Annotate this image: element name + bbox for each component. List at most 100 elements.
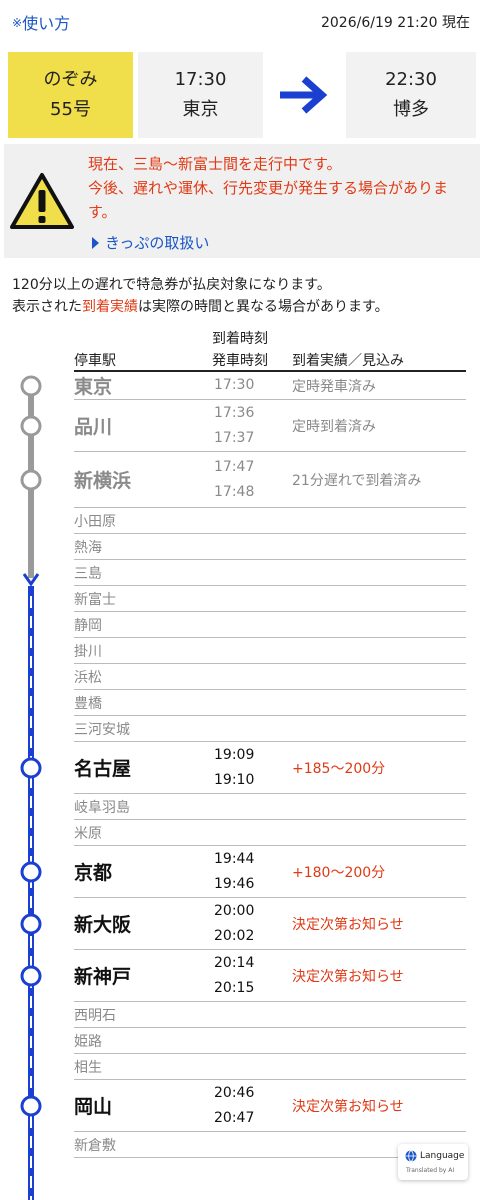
station-row: 豊橋 [74, 690, 466, 716]
note-text-post: は実際の時間と異なる場合があります。 [138, 299, 389, 315]
station-times: 17:30 [214, 372, 254, 399]
departure-time: 17:37 [214, 429, 255, 446]
station-name: 新横浜 [74, 470, 132, 492]
arrival-time: 20:00 [214, 902, 255, 919]
station-status: +185～200分 [292, 760, 386, 777]
station-status: +180～200分 [292, 864, 386, 881]
operation-alert: 現在、三島～新富士間を走行中です。 今後、遅れや運休、行先変更が発生する場合があ… [4, 144, 480, 258]
station-row: 姫路 [74, 1028, 466, 1054]
current-datetime: 2026/6/19 21:20 現在 [320, 15, 470, 31]
station-row: 相生 [74, 1054, 466, 1080]
station-status: 定時発車済み [292, 378, 376, 395]
stop-circle-icon [20, 375, 42, 397]
station-name: 東京 [74, 376, 113, 398]
station-name: 小田原 [74, 513, 116, 530]
station-row: 熱海 [74, 534, 466, 560]
station-row: 三島 [74, 560, 466, 586]
arrow-right-icon [263, 52, 341, 138]
station-name: 西明石 [74, 1007, 116, 1024]
station-name: 新神戸 [74, 966, 132, 988]
station-list: 東京 17:30 定時発車済み 品川 17:36 17:37 定時到着済み 新横浜 17:47 1… [74, 372, 466, 1158]
arrival-time: 17:47 [214, 458, 255, 475]
arrival-station: 博多 [393, 99, 429, 120]
departure-time: 20:47 [214, 1109, 255, 1126]
alert-message: 現在、三島～新富士間を走行中です。 今後、遅れや運休、行先変更が発生する場合があ… [88, 152, 470, 224]
departure-time: 20:02 [214, 927, 255, 944]
station-row: 岡山 20:46 20:47 決定次第お知らせ [74, 1080, 466, 1132]
train-header: のぞみ 55号 17:30 東京 22:30 博多 [8, 52, 476, 138]
station-row: 米原 [74, 820, 466, 846]
alert-line-1: 現在、三島～新富士間を走行中です。 [88, 155, 342, 173]
station-row: 掛川 [74, 638, 466, 664]
station-times: 20:46 20:47 [214, 1080, 254, 1131]
language-label: Language [420, 1151, 465, 1161]
station-status: 21分遅れで到着済み [292, 472, 422, 489]
station-times: 17:47 17:48 [214, 452, 254, 507]
departure-time: 20:15 [214, 979, 255, 996]
station-times: 17:36 17:37 [214, 400, 254, 451]
station-name: 岡山 [74, 1096, 113, 1118]
station-times: 20:00 20:02 [214, 898, 254, 949]
station-name: 三河安城 [74, 721, 130, 738]
arrival-time: 17:36 [214, 404, 255, 421]
station-row: 西明石 [74, 1002, 466, 1028]
station-name: 静岡 [74, 617, 102, 634]
station-name: 名古屋 [74, 758, 132, 780]
language-button[interactable]: Language Translated by AI [398, 1144, 468, 1180]
actual-time-note: 表示された到着実績は実際の時間と異なる場合があります。 [12, 296, 476, 318]
station-row: 新富士 [74, 586, 466, 612]
station-status: 決定次第お知らせ [292, 916, 404, 933]
header-status: 到着実績／見込み [292, 353, 404, 369]
stop-circle-icon [20, 1095, 42, 1117]
station-row: 名古屋 19:09 19:10 +185～200分 [74, 742, 466, 794]
table-header: 停車駅 到着時刻 発車時刻 到着実績／見込み [74, 326, 466, 372]
stop-circle-icon [20, 861, 42, 883]
triangle-right-icon [92, 236, 99, 249]
stop-circle-icon [20, 965, 42, 987]
station-row: 三河安城 [74, 716, 466, 742]
header-station: 停車駅 [74, 353, 116, 369]
departure-time: 17:30 [174, 69, 227, 90]
departure-time: 17:48 [214, 483, 255, 500]
ticket-handling-label: きっぷの取扱い [105, 234, 210, 252]
station-times: 19:44 19:46 [214, 846, 254, 897]
translated-by-label: Translated by AI [406, 1167, 455, 1174]
station-row: 静岡 [74, 612, 466, 638]
stop-circle-icon [20, 757, 42, 779]
station-name: 姫路 [74, 1033, 102, 1050]
station-status: 決定次第お知らせ [292, 1098, 404, 1115]
notes: 120分以上の遅れで特急券が払戻対象になります。 表示された到着実績は実際の時間… [12, 274, 476, 318]
arrival-time: 19:44 [214, 850, 255, 867]
arrival-time: 22:30 [385, 69, 437, 90]
station-row: 品川 17:36 17:37 定時到着済み [74, 400, 466, 452]
top-bar: ※使い方 2026/6/19 21:20 現在 [0, 0, 484, 44]
station-row: 岐阜羽島 [74, 794, 466, 820]
note-highlight: 到着実績 [82, 299, 138, 315]
station-name: 相生 [74, 1059, 102, 1076]
station-row: 新横浜 17:47 17:48 21分遅れで到着済み [74, 452, 466, 508]
station-name: 品川 [74, 416, 113, 438]
arrival-box: 22:30 博多 [346, 52, 476, 138]
departure-box: 17:30 東京 [138, 52, 263, 138]
header-departure-time: 発車時刻 [212, 353, 268, 369]
stop-circle-icon [20, 415, 42, 437]
station-name: 新大阪 [74, 914, 132, 936]
arrival-time: 20:46 [214, 1084, 255, 1101]
station-name: 熱海 [74, 539, 102, 556]
refund-note: 120分以上の遅れで特急券が払戻対象になります。 [12, 277, 331, 293]
station-status: 定時到着済み [292, 418, 376, 435]
station-row: 小田原 [74, 508, 466, 534]
departure-time: 19:46 [214, 875, 255, 892]
station-row: 新神戸 20:14 20:15 決定次第お知らせ [74, 950, 466, 1002]
globe-icon [405, 1150, 417, 1162]
route-line [20, 375, 42, 1200]
station-name: 新倉敷 [74, 1137, 116, 1154]
ticket-handling-link[interactable]: きっぷの取扱い [92, 232, 209, 253]
stop-circle-icon [20, 469, 42, 491]
header-arrival-time: 到着時刻 [212, 331, 268, 347]
departure-station: 東京 [182, 99, 219, 120]
departure-time: 17:30 [214, 377, 255, 393]
station-name: 米原 [74, 825, 102, 842]
station-name: 豊橋 [74, 695, 102, 712]
station-times: 19:09 19:10 [214, 742, 254, 793]
